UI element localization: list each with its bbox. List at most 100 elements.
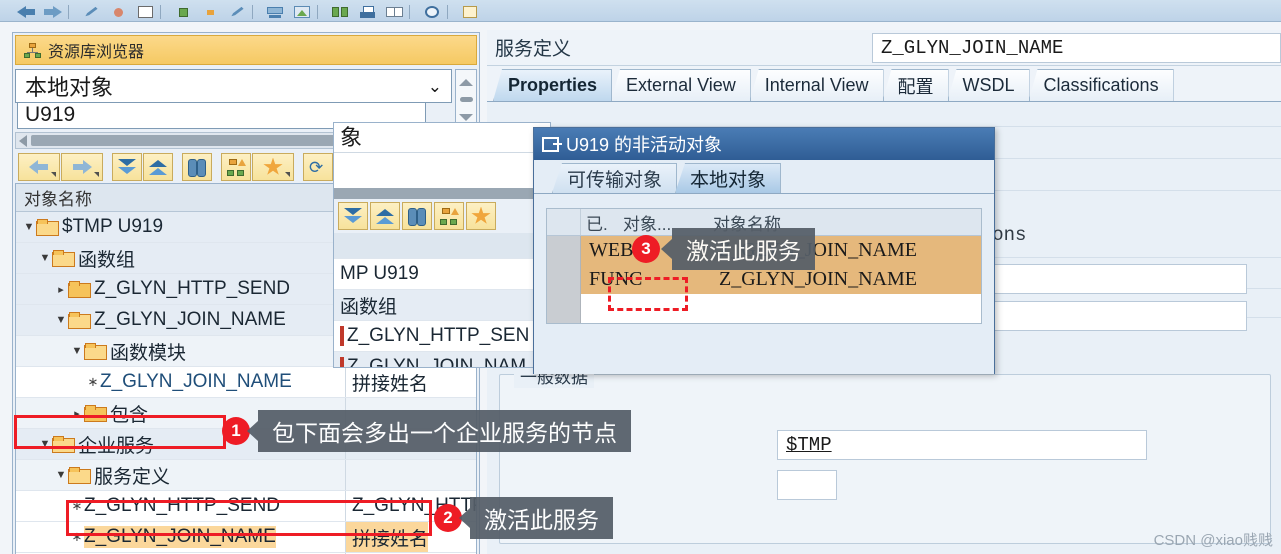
overlapping-row-4[interactable]: Z_GLYN_JOIN_NAM (334, 352, 550, 368)
favorites-button[interactable] (252, 153, 294, 181)
object-scope-value: 本地对象 (25, 75, 114, 100)
twisty-icon[interactable]: ▸ (54, 283, 68, 296)
tab-transportable-objects[interactable]: 可传输对象 (552, 163, 678, 193)
find-button[interactable] (182, 153, 212, 181)
properties-tabstrip: Properties External View Internal View 配… (487, 66, 1281, 102)
tree-row-service-definitions[interactable]: ▼ 服务定义 (16, 460, 476, 491)
orange-square-icon[interactable] (198, 3, 222, 21)
refresh-icon: ⟳ (309, 157, 324, 177)
annotation-callout-3: 激活此服务 (661, 228, 815, 270)
binoculars-icon (408, 207, 426, 226)
tab-local-objects[interactable]: 本地对象 (675, 163, 782, 193)
scroll-thumb-icon[interactable] (459, 97, 473, 103)
forward-button[interactable] (61, 153, 103, 181)
repository-browser-title-label: 资源库浏览器 (48, 44, 145, 61)
refresh-button[interactable]: ⟳ (303, 153, 333, 181)
pencil2-icon[interactable] (225, 3, 249, 21)
folder-icon (36, 219, 59, 236)
scroll-down-icon[interactable] (459, 114, 473, 122)
overlapping-row-1[interactable]: MP U919 (334, 259, 550, 290)
annotation-badge-3: 3 (632, 235, 660, 263)
tab-classifications-label: Classifications (1043, 75, 1159, 95)
print-icon[interactable] (355, 3, 379, 21)
tree-row-label: 企业服务 (78, 435, 155, 457)
binoculars-icon (188, 158, 206, 177)
favorites-button[interactable] (466, 202, 496, 230)
tab-external-view[interactable]: External View (611, 69, 751, 101)
leaf-icon: ∗ (71, 498, 83, 513)
scroll-up-icon[interactable] (459, 78, 473, 86)
annotation-callout-1: 包下面会多出一个企业服务的节点 (247, 410, 631, 452)
expand-all-button[interactable] (112, 153, 142, 181)
tab-transportable-objects-label: 可传输对象 (567, 170, 663, 191)
scroll-left-icon[interactable] (19, 134, 27, 147)
grid-icon[interactable] (328, 3, 352, 21)
service-definition-name-value: Z_GLYN_JOIN_NAME (881, 36, 1064, 59)
twisty-icon[interactable]: ▼ (54, 469, 68, 481)
tree-row-label: 函数组 (78, 249, 136, 271)
tab-wsdl[interactable]: WSDL (947, 69, 1030, 101)
collapse-all-button[interactable] (370, 202, 400, 230)
tab-internal-view[interactable]: Internal View (749, 69, 884, 101)
tree-row-z-glyn-join-name-fm[interactable]: ∗ Z_GLYN_JOIN_NAME 拼接姓名 (16, 367, 476, 398)
twisty-icon[interactable]: ▸ (70, 407, 84, 420)
desk-icon[interactable] (263, 3, 287, 21)
toolbar-separator-6 (447, 5, 455, 21)
photo-icon[interactable] (290, 3, 314, 21)
hierarchy-button[interactable] (434, 202, 464, 230)
white-square-icon[interactable] (133, 3, 157, 21)
collapse-icon (375, 207, 395, 225)
overlapping-row-3[interactable]: Z_GLYN_HTTP_SEN (334, 321, 550, 352)
tab-classifications[interactable]: Classifications (1028, 69, 1174, 101)
forward-arrow-icon[interactable] (41, 3, 65, 21)
row-select-cell[interactable] (547, 265, 581, 294)
leaf-icon: ∗ (71, 529, 83, 544)
twisty-icon[interactable]: ▼ (38, 252, 52, 264)
object-scope-select[interactable]: 本地对象 ⌄ (15, 69, 452, 103)
tab-properties-label: Properties (508, 75, 598, 95)
row-select-cell[interactable] (547, 236, 581, 265)
back-arrow-icon (29, 159, 49, 175)
object-name-value: U919 (25, 103, 76, 126)
tree-row-sd-http-send[interactable]: ∗ Z_GLYN_HTTP_SEND Z_GLYN_HTTP (16, 491, 476, 522)
folder-icon (52, 436, 75, 453)
back-arrow-icon[interactable] (14, 3, 38, 21)
back-button[interactable] (18, 153, 60, 181)
folder-icon (84, 405, 107, 422)
overlapping-row-label: MP U919 (340, 263, 419, 284)
circle-icon[interactable] (420, 3, 444, 21)
tree-row-description: 拼接姓名 (352, 373, 429, 395)
overlapping-window-input[interactable] (334, 153, 550, 189)
red-marker-icon (340, 326, 344, 346)
overlapping-row-2[interactable]: 函数组 (334, 290, 550, 321)
service-definition-name-field[interactable]: Z_GLYN_JOIN_NAME (872, 32, 1281, 63)
tab-properties[interactable]: Properties (493, 69, 613, 101)
tree-row-sd-join-name[interactable]: ∗ Z_GLYN_JOIN_NAME 拼接姓名 (16, 522, 476, 553)
star-icon (263, 157, 283, 175)
hierarchy-button[interactable] (221, 153, 251, 181)
twisty-icon[interactable]: ▼ (22, 221, 36, 233)
find-button[interactable] (402, 202, 432, 230)
tab-configuration-label: 配置 (897, 76, 934, 97)
annotation-callout-2: 激活此服务 (459, 497, 613, 539)
green-square-icon[interactable] (171, 3, 195, 21)
collapse-all-button[interactable] (143, 153, 173, 181)
package-field-2[interactable] (777, 470, 837, 500)
note-icon[interactable] (458, 3, 482, 21)
package-field[interactable]: $TMP (777, 430, 1147, 460)
expand-all-button[interactable] (338, 202, 368, 230)
overlapping-window-scrollbar[interactable] (334, 189, 550, 199)
tree-row-label: $TMP U919 (62, 216, 164, 237)
tab-external-view-label: External View (626, 75, 736, 95)
twisty-icon[interactable]: ▼ (38, 438, 52, 450)
overlapping-row-label: Z_GLYN_JOIN_NAM (347, 356, 527, 368)
service-definition-label: 服务定义 (495, 39, 572, 60)
twisty-icon[interactable]: ▼ (54, 314, 68, 326)
tree-row-label: Z_GLYN_JOIN_NAME (94, 309, 286, 330)
twisty-icon[interactable]: ▼ (70, 345, 84, 357)
pin-icon[interactable] (106, 3, 130, 21)
annotation-callout-1-label: 包下面会多出一个企业服务的节点 (272, 420, 617, 446)
pencil-icon[interactable] (79, 3, 103, 21)
tab-configuration[interactable]: 配置 (882, 69, 949, 101)
rect-pair-icon[interactable] (382, 3, 406, 21)
